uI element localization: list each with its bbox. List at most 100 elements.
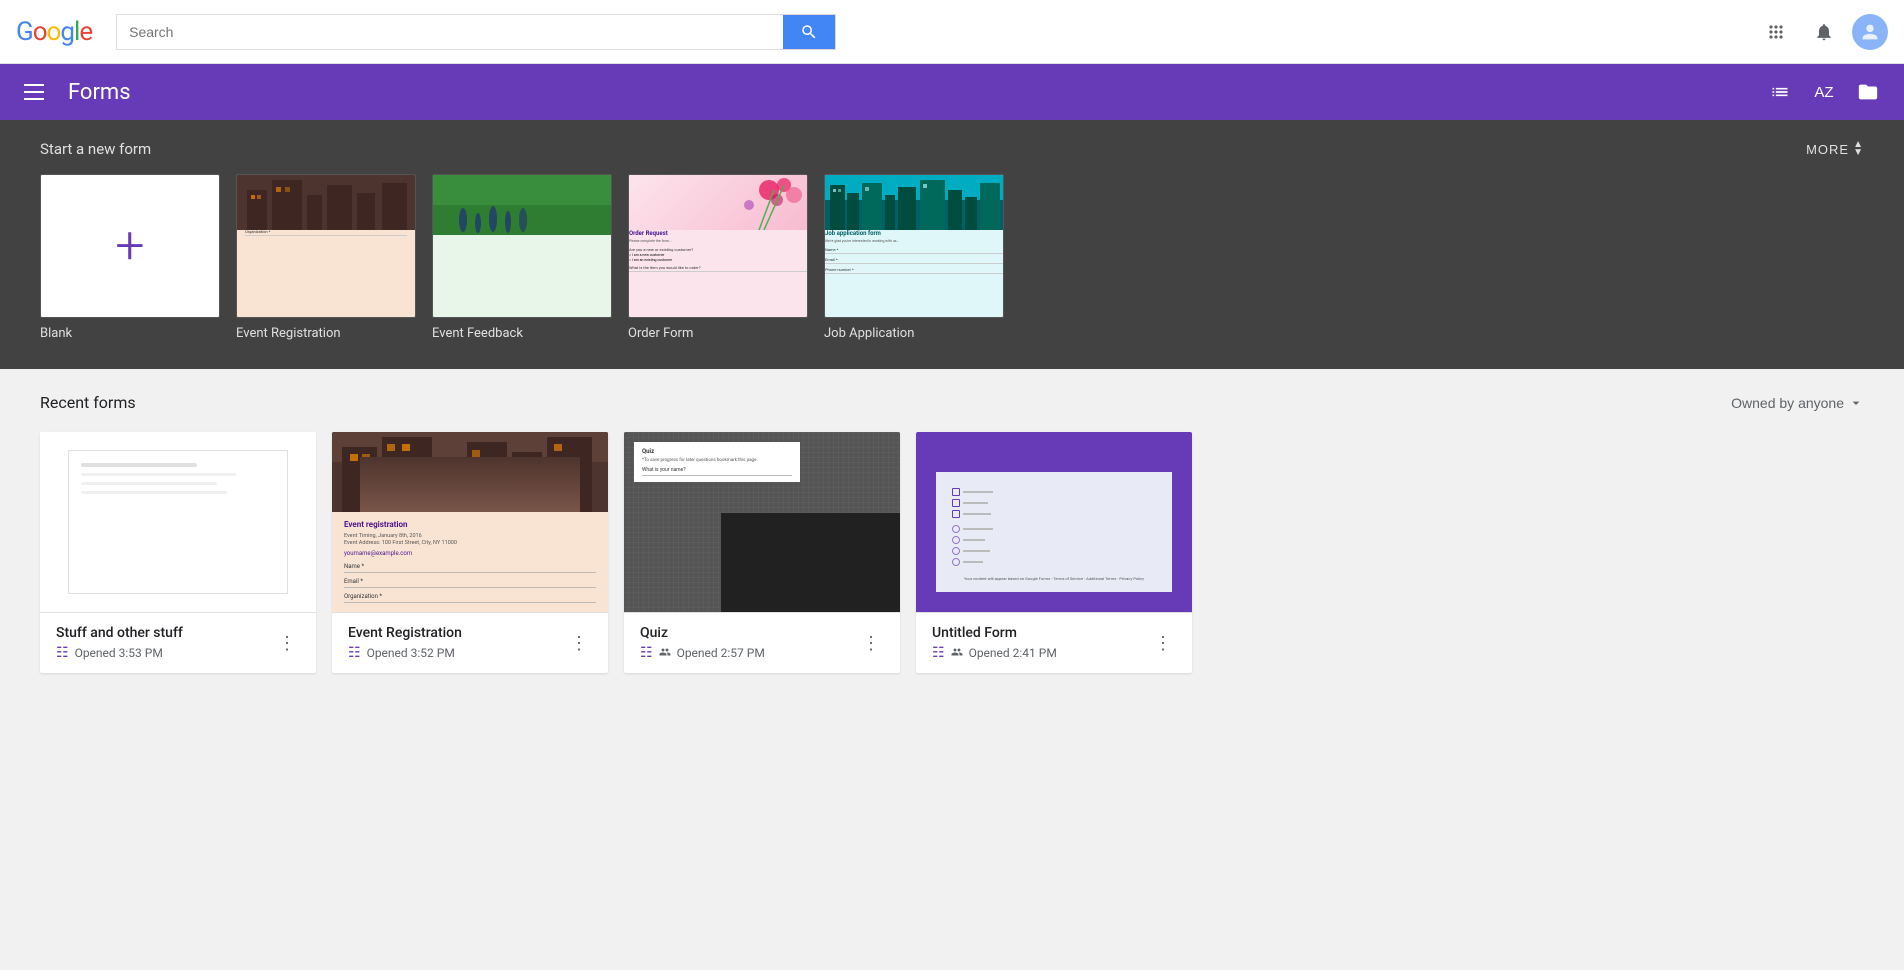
more-button[interactable]: MORE ▲ ▼ [1806, 141, 1864, 157]
new-form-title: Start a new form [40, 140, 151, 158]
recent-thumb-quiz: Quiz *To save progress for later questio… [624, 432, 900, 612]
more-options-stuff[interactable]: ⋮ [274, 629, 300, 658]
recent-card-untitled[interactable]: Your content will appear based on Google… [916, 432, 1192, 673]
more-options-untitled[interactable]: ⋮ [1150, 629, 1176, 658]
recent-meta-event-reg: ☷ Opened 3:52 PM [348, 645, 566, 661]
form-icon-event-reg: ☷ [348, 645, 361, 661]
template-order-form-label: Order Form [628, 326, 808, 341]
recent-form-name-stuff: Stuff and other stuff [56, 625, 274, 641]
folder-button[interactable] [1848, 72, 1888, 112]
nav-right-icons: AZ [1760, 72, 1888, 112]
recent-thumb-stuff [40, 432, 316, 612]
job-app-thumb-inner: Job application form We're glad you're i… [825, 175, 1003, 317]
quiz-card-inner: Quiz *To save progress for later questio… [624, 432, 900, 612]
template-order-form[interactable]: Order Request Please complete the form..… [628, 174, 808, 341]
nav-bar: Forms AZ [0, 64, 1904, 120]
recent-forms-section: Recent forms Owned by anyone [0, 369, 1904, 697]
recent-forms-title: Recent forms [40, 393, 136, 412]
recent-forms-header: Recent forms Owned by anyone [40, 393, 1864, 412]
quiz-form-overlay: Quiz *To save progress for later questio… [634, 442, 800, 482]
template-job-application[interactable]: Job application form We're glad you're i… [824, 174, 1004, 341]
form-icon-quiz: ☷ [640, 645, 653, 661]
recent-info-left-stuff: Stuff and other stuff ☷ Opened 3:53 PM [56, 625, 274, 661]
order-form-header-img [629, 175, 807, 230]
form-icon-untitled: ☷ [932, 645, 945, 661]
event-reg-card-inner: Event registration Event Timing, January… [332, 432, 608, 612]
recent-meta-stuff: ☷ Opened 3:53 PM [56, 645, 274, 661]
recent-info-quiz: Quiz ☷ Opened 2:57 PM ⋮ [624, 612, 900, 673]
plus-icon: + [115, 220, 144, 272]
template-blank[interactable]: + Blank [40, 174, 220, 341]
blank-card-inner [40, 432, 316, 612]
apps-button[interactable] [1756, 12, 1796, 52]
owned-filter-button[interactable]: Owned by anyone [1731, 395, 1864, 411]
template-blank-label: Blank [40, 326, 220, 341]
nav-title: Forms [68, 80, 131, 105]
template-event-registration-thumb: Event registration Event Timing, January… [236, 174, 416, 318]
recent-card-event-reg[interactable]: Event registration Event Timing, January… [332, 432, 608, 673]
recent-opened-stuff: Opened 3:53 PM [75, 646, 163, 660]
sort-button[interactable]: AZ [1804, 72, 1844, 112]
menu-line-3 [24, 98, 44, 100]
google-logo: Google [16, 17, 92, 47]
notifications-button[interactable] [1804, 12, 1844, 52]
recent-info-left-quiz: Quiz ☷ Opened 2:57 PM [640, 625, 858, 661]
order-form-content: Order Request Please complete the form..… [629, 230, 807, 272]
recent-opened-event-reg: Opened 3:52 PM [367, 646, 455, 660]
shared-icon-quiz [659, 646, 671, 661]
search-container [116, 14, 836, 50]
blank-thumb-inner: + [41, 175, 219, 317]
event-feedback-thumb-inner: Event feedback Thank you for joining us!… [433, 175, 611, 317]
sort-icon: AZ [1814, 84, 1833, 101]
more-options-quiz[interactable]: ⋮ [858, 629, 884, 658]
job-app-form-content: Job application form We're glad you're i… [825, 230, 1003, 274]
recent-thumb-event-reg: Event registration Event Timing, January… [332, 432, 608, 612]
template-event-feedback[interactable]: Event feedback Thank you for joining us!… [432, 174, 612, 341]
recent-meta-untitled: ☷ Opened 2:41 PM [932, 645, 1150, 661]
recent-form-name-quiz: Quiz [640, 625, 858, 641]
more-options-event-reg[interactable]: ⋮ [566, 629, 592, 658]
event-reg-building [332, 432, 608, 512]
recent-forms-grid: Stuff and other stuff ☷ Opened 3:53 PM ⋮ [40, 432, 1864, 673]
recent-info-untitled: Untitled Form ☷ Opened 2:41 PM ⋮ [916, 612, 1192, 673]
untitled-white-panel: Your content will appear based on Google… [936, 472, 1172, 592]
recent-opened-untitled: Opened 2:41 PM [969, 646, 1057, 660]
untitled-card-inner: Your content will appear based on Google… [916, 432, 1192, 612]
user-avatar-button[interactable] [1852, 14, 1888, 50]
new-form-header: Start a new form MORE ▲ ▼ [40, 140, 1864, 158]
template-event-registration-label: Event Registration [236, 326, 416, 341]
form-icon-stuff: ☷ [56, 645, 69, 661]
building-overlay [237, 175, 415, 230]
template-event-registration[interactable]: Event registration Event Timing, January… [236, 174, 416, 341]
recent-info-event-reg: Event Registration ☷ Opened 3:52 PM ⋮ [332, 612, 608, 673]
top-search-bar: Google [0, 0, 1904, 64]
event-reg-card-form: Event registration Event Timing, January… [332, 512, 608, 611]
recent-info-left-event-reg: Event Registration ☷ Opened 3:52 PM [348, 625, 566, 661]
search-button[interactable] [783, 15, 835, 49]
template-event-feedback-label: Event Feedback [432, 326, 612, 341]
chevron-down-icon [1848, 395, 1864, 411]
list-view-button[interactable] [1760, 72, 1800, 112]
recent-opened-quiz: Opened 2:57 PM [677, 646, 765, 660]
menu-button[interactable] [16, 76, 52, 108]
job-app-header-img [825, 175, 1003, 230]
recent-meta-quiz: ☷ Opened 2:57 PM [640, 645, 858, 661]
template-blank-thumb: + [40, 174, 220, 318]
recent-info-stuff: Stuff and other stuff ☷ Opened 3:53 PM ⋮ [40, 612, 316, 673]
recent-info-left-untitled: Untitled Form ☷ Opened 2:41 PM [932, 625, 1150, 661]
quiz-texture: Quiz *To save progress for later questio… [624, 432, 900, 612]
event-reg-thumb-inner: Event registration Event Timing, January… [237, 175, 415, 317]
quiz-dark-panel [721, 513, 900, 612]
recent-card-stuff[interactable]: Stuff and other stuff ☷ Opened 3:53 PM ⋮ [40, 432, 316, 673]
template-event-feedback-thumb: Event feedback Thank you for joining us!… [432, 174, 612, 318]
recent-card-quiz[interactable]: Quiz *To save progress for later questio… [624, 432, 900, 673]
new-form-section: Start a new form MORE ▲ ▼ + Blank [0, 120, 1904, 369]
owned-filter-label: Owned by anyone [1731, 395, 1844, 411]
recent-thumb-untitled: Your content will appear based on Google… [916, 432, 1192, 612]
template-job-application-thumb: Job application form We're glad you're i… [824, 174, 1004, 318]
search-input[interactable] [117, 15, 783, 49]
chevron-updown-icon: ▲ ▼ [1853, 141, 1864, 157]
template-job-application-label: Job Application [824, 326, 1004, 341]
order-form-thumb-inner: Order Request Please complete the form..… [629, 175, 807, 317]
top-right-icons [1756, 12, 1888, 52]
